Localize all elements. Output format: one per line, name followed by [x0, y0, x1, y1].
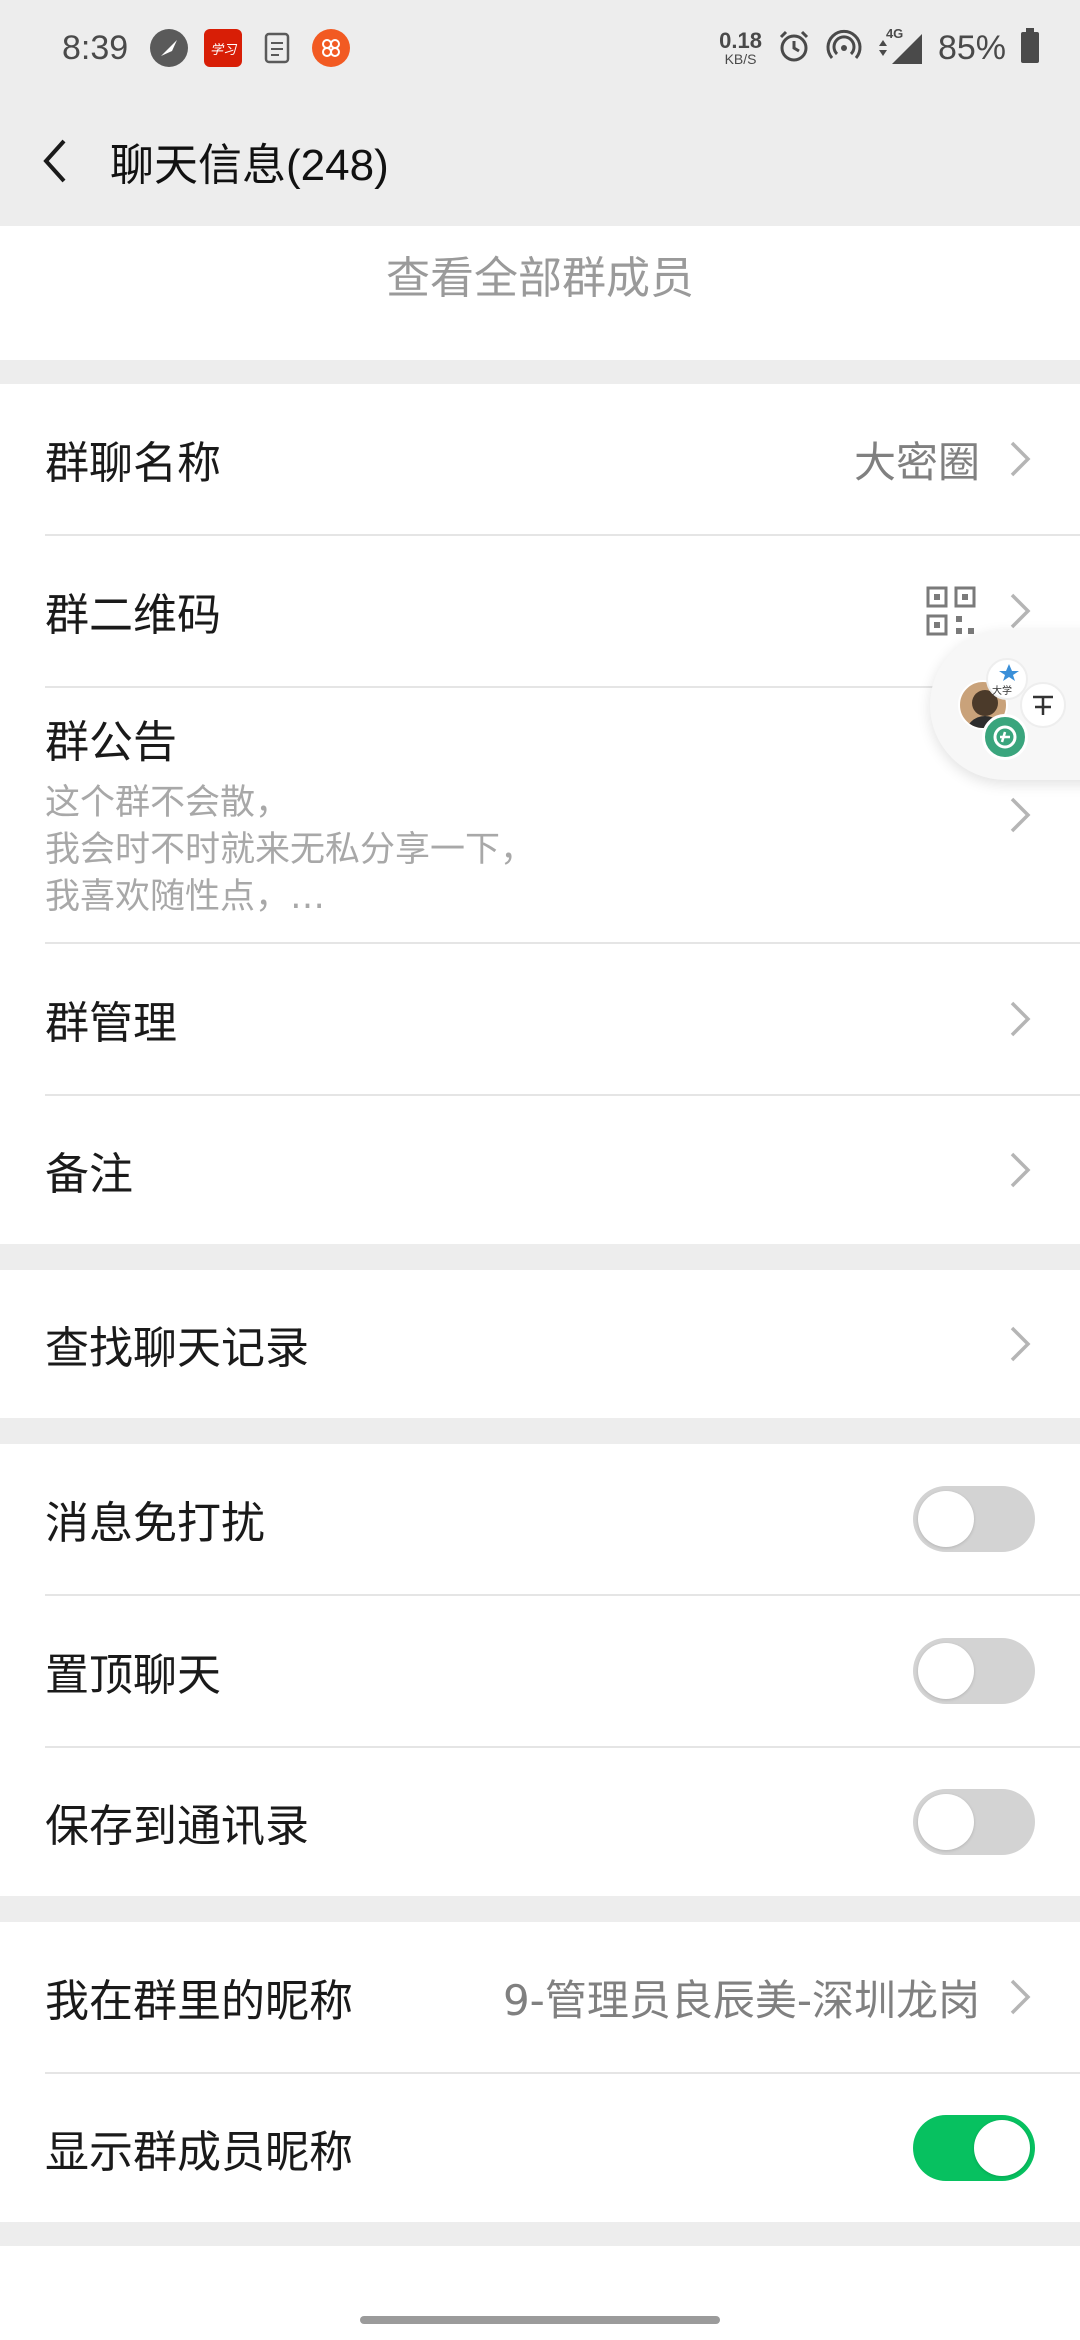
battery-icon	[1020, 28, 1040, 68]
group-info-section: 群聊名称 大密圈 群二维码 群公告 这个群不会散， 我会时不时就来无私分享一下，…	[0, 384, 1080, 1244]
xuexi-app-icon: 学习	[204, 29, 243, 67]
group-announcement-preview: 这个群不会散， 我会时不时就来无私分享一下， 我喜欢随性点，…	[45, 780, 535, 921]
announcement-line: 我会时不时就来无私分享一下，	[45, 830, 536, 870]
group-qrcode-label: 群二维码	[45, 590, 221, 641]
chevron-right-icon	[1010, 1152, 1031, 1188]
chevron-right-icon	[1010, 1001, 1031, 1037]
feather-app-icon	[150, 29, 189, 67]
nickname-section: 我在群里的昵称 9-管理员良辰美-深圳龙岗 显示群成员昵称	[0, 1922, 1080, 2222]
remark-label: 备注	[45, 1149, 133, 1200]
xuexi-app-icon-text: 学习	[210, 41, 237, 57]
group-announcement-label: 群公告	[45, 717, 177, 768]
net-speed-unit: KB/S	[724, 51, 757, 67]
chevron-right-icon	[1010, 1979, 1031, 2015]
toggle-knob	[918, 1491, 974, 1547]
group-manage-row[interactable]: 群管理	[0, 944, 1080, 1094]
mute-toggle[interactable]	[913, 1486, 1035, 1552]
document-icon	[258, 29, 296, 67]
announcement-line: 我喜欢随性点，…	[45, 877, 326, 917]
toggle-knob	[974, 2120, 1030, 2176]
search-history-row[interactable]: 查找聊天记录	[0, 1270, 1080, 1418]
see-all-members-button[interactable]: 查看全部群成员	[0, 242, 1080, 306]
pin-chat-label: 置顶聊天	[45, 1650, 221, 1701]
save-contacts-toggle[interactable]	[913, 1789, 1035, 1855]
remark-row[interactable]: 备注	[0, 1096, 1080, 1244]
group-announcement-row[interactable]: 群公告 这个群不会散， 我会时不时就来无私分享一下， 我喜欢随性点，…	[0, 688, 1080, 942]
chevron-right-icon	[1010, 1326, 1031, 1362]
back-arrow-icon	[43, 139, 66, 183]
show-nicknames-toggle[interactable]	[913, 2115, 1035, 2181]
hotspot-icon	[826, 28, 862, 68]
notification-icons: 学习	[150, 29, 351, 67]
save-contacts-label: 保存到通讯录	[45, 1801, 309, 1852]
mute-row: 消息免打扰	[0, 1444, 1080, 1594]
group-name-row[interactable]: 群聊名称 大密圈	[0, 384, 1080, 534]
members-section: 查看全部群成员	[0, 226, 1080, 360]
chevron-right-icon	[1010, 441, 1031, 477]
switches-section: 消息免打扰 置顶聊天 保存到通讯录	[0, 1444, 1080, 1896]
orange-app-icon	[312, 29, 351, 67]
toggle-knob	[918, 1643, 974, 1699]
net-speed: 0.18 KB/S	[719, 28, 762, 67]
announcement-line: 这个群不会散，	[45, 783, 291, 823]
my-nickname-row[interactable]: 我在群里的昵称 9-管理员良辰美-深圳龙岗	[0, 1922, 1080, 2072]
nav-bar: 聊天信息(248)	[0, 96, 1080, 226]
net-speed-value: 0.18	[719, 28, 762, 53]
show-nicknames-label: 显示群成员昵称	[45, 2127, 353, 2178]
my-nickname-label: 我在群里的昵称	[45, 1976, 353, 2027]
group-name-label: 群聊名称	[45, 438, 221, 489]
battery-percent: 85%	[937, 28, 1006, 67]
floating-widget-text: 大学	[992, 686, 1012, 697]
system-indicators: 0.18 KB/S 4G 85%	[719, 26, 1040, 68]
save-contacts-row: 保存到通讯录	[0, 1748, 1080, 1896]
chevron-right-icon	[1010, 593, 1031, 629]
status-bar: 8:39 学习 0.18 KB/S 4G 85%	[0, 0, 1080, 96]
group-qrcode-row[interactable]: 群二维码	[0, 536, 1080, 686]
toggle-knob	[918, 1794, 974, 1850]
page-title: 聊天信息(248)	[110, 141, 389, 190]
alarm-icon	[776, 28, 812, 68]
my-nickname-value: 9-管理员良辰美-深圳龙岗	[502, 1975, 980, 2025]
pin-chat-row: 置顶聊天	[0, 1596, 1080, 1746]
qrcode-icon	[926, 586, 976, 636]
show-nicknames-row: 显示群成员昵称	[0, 2074, 1080, 2222]
mute-label: 消息免打扰	[45, 1498, 265, 1549]
floating-window-bubble[interactable]: 大学	[930, 630, 1080, 780]
search-section: 查找聊天记录	[0, 1270, 1080, 1418]
chevron-right-icon	[1010, 797, 1031, 833]
search-history-label: 查找聊天记录	[45, 1323, 309, 1374]
green-app-icon	[982, 714, 1028, 760]
bottom-section	[0, 2246, 1080, 2340]
back-button[interactable]	[0, 96, 110, 226]
group-manage-label: 群管理	[45, 998, 177, 1049]
home-indicator[interactable]	[360, 2316, 720, 2324]
group-name-value: 大密圈	[853, 437, 980, 487]
signal-4g-icon: 4G	[876, 26, 924, 66]
pin-chat-toggle[interactable]	[913, 1638, 1035, 1704]
book-app-icon	[1020, 682, 1066, 728]
status-time: 8:39	[62, 28, 129, 67]
